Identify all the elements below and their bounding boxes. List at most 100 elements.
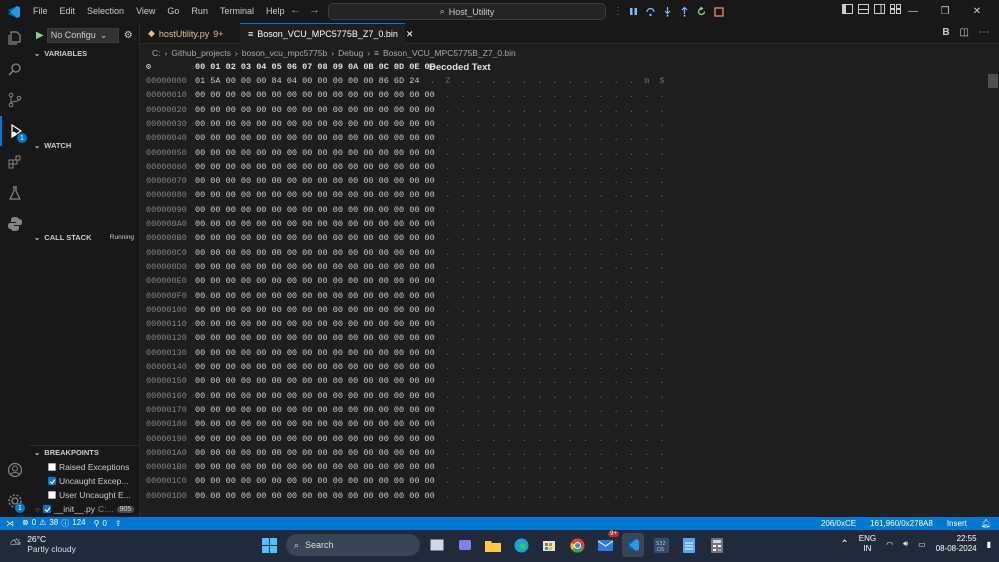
hex-row-decoded[interactable]: . . . . . . . . . . . . . . . . bbox=[430, 491, 665, 501]
hex-row-bytes[interactable]: 00 00 00 00 00 00 00 00 00 00 00 00 00 0… bbox=[195, 90, 435, 100]
hex-row-decoded[interactable]: . . . . . . . . . . . . . . . . bbox=[430, 462, 665, 472]
restore-icon[interactable]: ❐ bbox=[929, 0, 961, 23]
hex-row-bytes[interactable]: 00 00 00 00 00 00 00 00 00 00 00 00 00 0… bbox=[195, 348, 435, 358]
hex-row-bytes[interactable]: 00 00 00 00 00 00 00 00 00 00 00 00 00 0… bbox=[195, 448, 435, 458]
breadcrumb-item[interactable]: C: bbox=[152, 48, 161, 58]
checkbox-checked[interactable] bbox=[48, 477, 56, 485]
hex-row-decoded[interactable]: . . . . . . . . . . . . . . . . bbox=[430, 276, 665, 286]
hex-row-decoded[interactable]: . . . . . . . . . . . . . . . . bbox=[430, 205, 665, 215]
run-and-debug-icon[interactable]: 1 bbox=[0, 116, 30, 146]
hex-row-bytes[interactable]: 00 00 00 00 00 00 00 00 00 00 00 00 00 0… bbox=[195, 219, 435, 229]
hex-row-decoded[interactable]: . . . . . . . . . . . . . . . . bbox=[430, 348, 665, 358]
step-into-icon[interactable] bbox=[661, 5, 674, 18]
edit-mode[interactable]: Insert bbox=[947, 519, 967, 528]
breakpoint-uncaught-exceptions[interactable]: Uncaught Excep... bbox=[48, 476, 128, 486]
hex-row-bytes[interactable]: 00 00 00 00 00 00 00 00 00 00 00 00 00 0… bbox=[195, 105, 435, 115]
cursor-position[interactable]: 206/0xCE bbox=[821, 519, 856, 528]
hex-row-bytes[interactable]: 00 00 00 00 00 00 00 00 00 00 00 00 00 0… bbox=[195, 162, 435, 172]
hex-row-bytes[interactable]: 00 00 00 00 00 00 00 00 00 00 00 00 00 0… bbox=[195, 205, 435, 215]
start-debugging-icon[interactable]: ▶ bbox=[36, 30, 44, 41]
menu-edit[interactable]: Edit bbox=[54, 0, 82, 23]
hex-row-decoded[interactable]: . . . . . . . . . . . . . . . . bbox=[430, 391, 665, 401]
menu-view[interactable]: View bbox=[130, 0, 161, 23]
problems-indicator[interactable]: ⊗ 0 ⚠ 38 ⓘ 124 bbox=[22, 518, 86, 529]
language-indicator[interactable]: ENG IN bbox=[859, 534, 876, 554]
menu-go[interactable]: Go bbox=[161, 0, 185, 23]
hex-row-bytes[interactable]: 00 00 00 00 00 00 00 00 00 00 00 00 00 0… bbox=[195, 291, 435, 301]
wifi-icon[interactable]: ◠ bbox=[886, 540, 893, 549]
testing-icon[interactable] bbox=[0, 178, 30, 208]
clock[interactable]: 22:55 08-08-2024 bbox=[936, 534, 977, 554]
variables-section-header[interactable]: ⌄ VARIABLES bbox=[30, 46, 140, 60]
hex-row-bytes[interactable]: 00 00 00 00 00 00 00 00 00 00 00 00 00 0… bbox=[195, 176, 435, 186]
hex-row-decoded[interactable]: . . . . . . . . . . . . . . . . bbox=[430, 291, 665, 301]
task-view-icon[interactable] bbox=[426, 533, 448, 557]
data-inspector-icon[interactable]: B bbox=[942, 27, 949, 38]
restart-icon[interactable] bbox=[695, 5, 708, 18]
hex-row-decoded[interactable]: . . . . . . . . . . . . . . . . bbox=[430, 105, 665, 115]
hex-row-bytes[interactable]: 00 00 00 00 00 00 00 00 00 00 00 00 00 0… bbox=[195, 476, 435, 486]
chrome-icon[interactable] bbox=[566, 533, 588, 557]
breadcrumb-item[interactable]: Github_projects bbox=[171, 48, 231, 58]
calculator-icon[interactable] bbox=[706, 533, 728, 557]
hex-row-decoded[interactable]: . . . . . . . . . . . . . . . . bbox=[430, 176, 665, 186]
notifications-bell-icon[interactable]: 🔔︎ bbox=[981, 519, 991, 528]
hex-row-decoded[interactable]: . . . . . . . . . . . . . . . . bbox=[430, 148, 665, 158]
python-icon[interactable] bbox=[0, 209, 30, 239]
menu-file[interactable]: File bbox=[27, 0, 54, 23]
breakpoint-raised-exceptions[interactable]: Raised Exceptions bbox=[48, 462, 129, 472]
more-actions-icon[interactable]: ⋯ bbox=[979, 27, 989, 38]
forward-arrow-icon[interactable]: → bbox=[309, 4, 320, 16]
hex-editor[interactable]: ⚙ 00 01 02 03 04 05 06 07 08 09 0A 0B 0C… bbox=[140, 60, 986, 517]
live-share-icon[interactable]: ⇪ bbox=[115, 519, 122, 528]
hex-row-decoded[interactable]: . . . . . . . . . . . . . . . . bbox=[430, 448, 665, 458]
toggle-secondary-sidebar-icon[interactable] bbox=[874, 4, 885, 16]
close-icon[interactable]: ✕ bbox=[406, 29, 414, 40]
vscode-icon[interactable] bbox=[622, 533, 644, 557]
run-config-select[interactable]: No Configu ⌄ bbox=[46, 27, 119, 43]
hex-row-bytes[interactable]: 00 00 00 00 00 00 00 00 00 00 00 00 00 0… bbox=[195, 305, 435, 315]
breadcrumb-item[interactable]: Debug bbox=[338, 48, 363, 58]
hex-row-bytes[interactable]: 00 00 00 00 00 00 00 00 00 00 00 00 00 0… bbox=[195, 119, 435, 129]
hex-row-bytes[interactable]: 01 5A 00 00 00 84 04 00 00 00 00 00 86 6… bbox=[195, 76, 419, 86]
menu-help[interactable]: Help bbox=[260, 0, 291, 23]
manage-gear-icon[interactable]: 1 bbox=[0, 486, 30, 516]
volume-icon[interactable]: 🔊︎ bbox=[903, 539, 908, 549]
hex-row-decoded[interactable]: . . . . . . . . . . . . . . . . bbox=[430, 190, 665, 200]
breadcrumb-item[interactable]: Boson_VCU_MPC5775B_Z7_0.bin bbox=[383, 48, 516, 58]
hex-row-decoded[interactable]: . . . . . . . . . . . . . . . . bbox=[430, 133, 665, 143]
breadcrumb-item[interactable]: boson_vcu_mpc5775b bbox=[242, 48, 328, 58]
accounts-icon[interactable] bbox=[0, 455, 30, 485]
hex-row-decoded[interactable]: . . . . . . . . . . . . . . . . bbox=[430, 90, 665, 100]
hex-row-decoded[interactable]: . . . . . . . . . . . . . . . . bbox=[430, 233, 665, 243]
checkbox-checked[interactable] bbox=[42, 505, 51, 513]
hex-row-bytes[interactable]: 00 00 00 00 00 00 00 00 00 00 00 00 00 0… bbox=[195, 434, 435, 444]
hex-row-decoded[interactable]: . . . . . . . . . . . . . . . . bbox=[430, 319, 665, 329]
hex-row-bytes[interactable]: 00 00 00 00 00 00 00 00 00 00 00 00 00 0… bbox=[195, 491, 435, 501]
remote-icon[interactable]: ⋊ bbox=[6, 519, 14, 528]
source-control-icon[interactable] bbox=[0, 85, 30, 115]
menu-terminal[interactable]: Terminal bbox=[214, 0, 260, 23]
hex-row-decoded[interactable]: . . . . . . . . . . . . . . . . bbox=[430, 219, 665, 229]
close-icon[interactable]: ✕ bbox=[961, 0, 993, 23]
checkbox[interactable] bbox=[48, 491, 56, 499]
breakpoint-init-py[interactable]: ○ __init__.py C:... 905 bbox=[35, 504, 135, 514]
hex-row-decoded[interactable]: . . . . . . . . . . . . . . . . bbox=[430, 376, 665, 386]
hex-row-bytes[interactable]: 00 00 00 00 00 00 00 00 00 00 00 00 00 0… bbox=[195, 262, 435, 272]
toggle-panel-icon[interactable] bbox=[858, 4, 869, 16]
hex-row-decoded[interactable]: . . . . . . . . . . . . . . . . bbox=[430, 305, 665, 315]
breakpoints-section-header[interactable]: ⌄ BREAKPOINTS bbox=[30, 445, 140, 459]
watch-section-header[interactable]: ⌄ WATCH bbox=[30, 138, 140, 152]
mail-icon[interactable]: 9+ bbox=[594, 531, 619, 557]
hex-row-bytes[interactable]: 00 00 00 00 00 00 00 00 00 00 00 00 00 0… bbox=[195, 233, 435, 243]
menu-run[interactable]: Run bbox=[185, 0, 214, 23]
store-icon[interactable] bbox=[538, 533, 560, 557]
search-icon[interactable] bbox=[0, 54, 30, 84]
chevron-up-icon[interactable]: ⌃ bbox=[840, 539, 848, 550]
windows-start-icon[interactable] bbox=[258, 533, 280, 557]
hex-row-decoded[interactable]: . . . . . . . . . . . . . . . . bbox=[430, 362, 665, 372]
hex-row-decoded[interactable]: . . . . . . . . . . . . . . . . bbox=[430, 405, 665, 415]
settings-gear-icon[interactable]: ⚙ bbox=[124, 30, 133, 41]
hex-row-decoded[interactable]: . . . . . . . . . . . . . . . . bbox=[430, 333, 665, 343]
ports-indicator[interactable]: ⚲ 0 bbox=[94, 519, 107, 528]
